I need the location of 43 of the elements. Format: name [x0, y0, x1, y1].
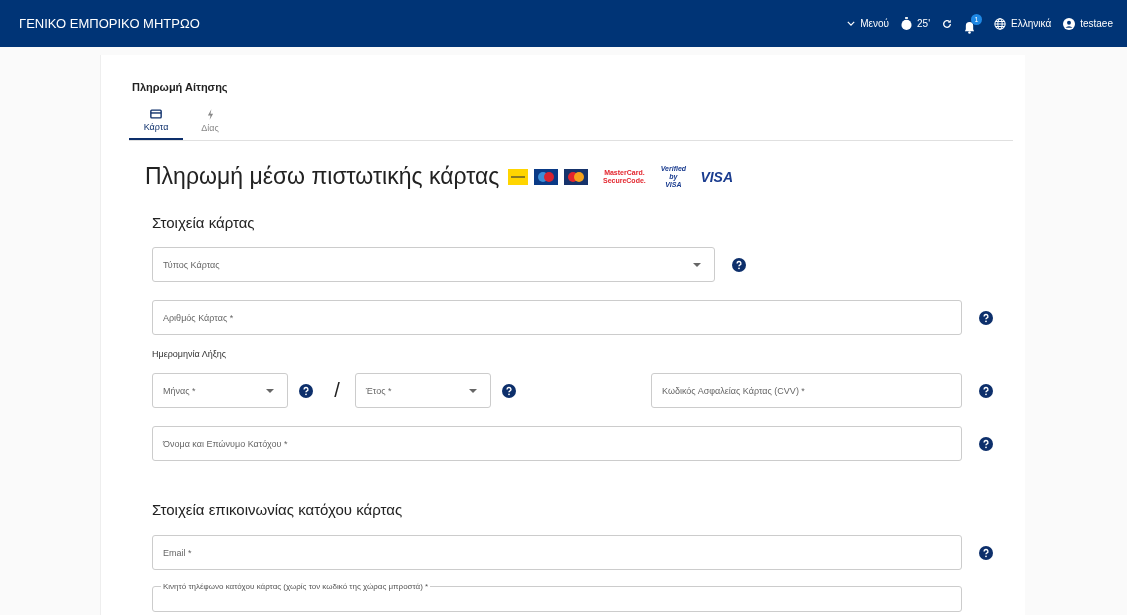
- month-select[interactable]: Μήνας *: [152, 373, 289, 408]
- help-icon[interactable]: [299, 383, 314, 398]
- globe-icon: [994, 17, 1007, 30]
- email-field[interactable]: Email *: [152, 535, 962, 570]
- card-logo: [534, 168, 559, 185]
- help-icon[interactable]: [979, 545, 993, 560]
- card-type-select[interactable]: Τύπος Κάρτας: [152, 247, 715, 282]
- menu-button[interactable]: Μενού: [847, 18, 889, 29]
- user-button[interactable]: testaee: [1063, 17, 1113, 30]
- visa-logo: VISA: [700, 169, 734, 184]
- help-icon[interactable]: [732, 257, 746, 272]
- session-timer: 25': [901, 17, 931, 30]
- help-icon[interactable]: [979, 383, 993, 398]
- user-icon: [1063, 17, 1076, 30]
- bell-icon: [964, 20, 976, 34]
- payment-heading: Πληρωμή μέσω πιστωτικής κάρτας: [145, 163, 500, 190]
- help-icon[interactable]: [502, 383, 516, 398]
- cvv-field[interactable]: Κωδικός Ασφαλείας Κάρτας (CVV) *: [651, 373, 962, 408]
- card-number-field[interactable]: Αριθμός Κάρτας *: [152, 300, 962, 335]
- page-title: Πληρωμή Αίτησης: [132, 81, 229, 93]
- tab[interactable]: Κάρτα: [129, 105, 183, 140]
- bolt-icon: [206, 109, 214, 120]
- expiry-label: Ημερομηνία Λήξης: [152, 349, 228, 359]
- card-logo: [508, 168, 529, 185]
- phone-field[interactable]: Κινητό τηλέφωνο κατόχου κάρτας (χωρίς τον κωδικό της χώρας μπροστά) *: [152, 582, 962, 612]
- year-select[interactable]: Έτος *: [354, 373, 491, 408]
- caret-icon: [693, 262, 701, 267]
- section-heading: Στοιχεία κάρτας: [152, 214, 256, 231]
- site-title[interactable]: ΓΕΝΙΚΟ ΕΜΠΟΡΙΚΟ ΜΗΤΡΩΟ: [19, 16, 200, 31]
- section-heading: Στοιχεία επικοινωνίας κατόχου κάρτας: [152, 501, 404, 518]
- holder-name-field[interactable]: Όνομα και Επώνυμο Κατόχου *: [152, 426, 962, 461]
- tab[interactable]: Δίας: [183, 105, 237, 140]
- refresh-icon[interactable]: [942, 18, 953, 29]
- stopwatch-icon: [901, 17, 912, 30]
- help-icon[interactable]: [979, 310, 993, 325]
- caret-icon: [266, 388, 275, 393]
- help-icon[interactable]: [979, 436, 993, 451]
- card-logo: [564, 168, 589, 185]
- date-separator: /: [334, 379, 340, 402]
- language-button[interactable]: Ελληνικά: [994, 17, 1052, 30]
- chevron-icon: [847, 21, 856, 26]
- credit-card-icon: [150, 109, 162, 119]
- caret-icon: [469, 388, 477, 393]
